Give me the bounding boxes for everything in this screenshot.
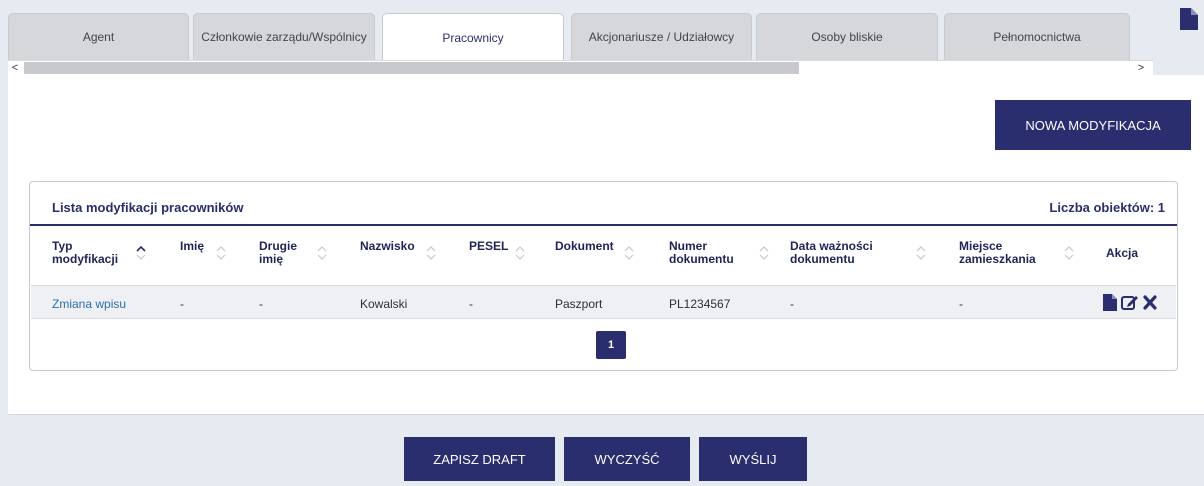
tab-board-members[interactable]: Członkowie zarządu/Wspólnicy xyxy=(193,13,375,60)
content-panel: NOWA MODYFIKACJA Lista modyfikacji praco… xyxy=(8,75,1204,415)
edit-icon[interactable] xyxy=(1121,294,1139,311)
document-icon[interactable] xyxy=(1103,294,1117,311)
tab-related-persons[interactable]: Osoby bliskie xyxy=(756,13,938,60)
sort-icon[interactable] xyxy=(317,244,327,262)
column-header-residence: Miejsce zamieszkania xyxy=(959,239,1036,266)
tab-agent[interactable]: Agent xyxy=(8,13,189,60)
column-header-document-expiry: Data ważności dokumentu xyxy=(790,239,873,266)
sort-icon[interactable] xyxy=(515,244,525,262)
tab-powers-of-attorney[interactable]: Pełnomocnictwa xyxy=(944,13,1130,60)
cell-document-expiry: - xyxy=(790,297,794,311)
new-modification-button[interactable]: NOWA MODYFIKACJA xyxy=(995,100,1191,150)
cell-residence: - xyxy=(959,297,963,311)
cell-modification-type-link[interactable]: Zmiana wpisu xyxy=(52,297,126,311)
object-count: Liczba obiektów: 1 xyxy=(1049,200,1165,215)
horizontal-scrollbar[interactable]: < > xyxy=(8,60,1153,75)
column-header-second-name: Drugie imię xyxy=(259,239,298,266)
column-header-surname: Nazwisko xyxy=(360,239,415,253)
column-header-pesel: PESEL xyxy=(469,239,509,253)
scroll-right-arrow[interactable]: > xyxy=(1134,61,1148,75)
sort-icon[interactable] xyxy=(916,244,926,262)
column-header-type: Typ modyfikacji xyxy=(52,239,119,266)
document-icon[interactable] xyxy=(1180,8,1198,30)
column-header-action: Akcja xyxy=(1106,246,1139,260)
sort-icon[interactable] xyxy=(136,244,146,262)
delete-icon[interactable] xyxy=(1143,295,1157,310)
cell-surname: Kowalski xyxy=(360,297,408,311)
cell-second-name: - xyxy=(259,297,263,311)
cell-first-name: - xyxy=(180,297,184,311)
column-header-first-name: Imię xyxy=(180,239,205,253)
column-header-document-number: Numer dokumentu xyxy=(669,239,734,266)
scroll-left-arrow[interactable]: < xyxy=(8,61,22,75)
sort-icon[interactable] xyxy=(1064,244,1074,262)
pagination-page-1[interactable]: 1 xyxy=(596,331,626,359)
save-draft-button[interactable]: ZAPISZ DRAFT xyxy=(404,437,555,481)
tab-bar: Agent Członkowie zarządu/Wspólnicy Praco… xyxy=(8,13,1130,61)
cell-document-number: PL1234567 xyxy=(669,297,731,311)
column-header-document: Dokument xyxy=(555,239,614,253)
sort-icon[interactable] xyxy=(759,244,769,262)
tab-employees[interactable]: Pracownicy xyxy=(382,13,564,61)
tab-shareholders[interactable]: Akcjonariusze / Udziałowcy xyxy=(571,13,752,60)
sort-icon[interactable] xyxy=(216,244,226,262)
cell-pesel: - xyxy=(469,297,473,311)
sort-icon[interactable] xyxy=(426,244,436,262)
send-button[interactable]: WYŚLIJ xyxy=(699,437,807,481)
list-title: Lista modyfikacji pracowników xyxy=(52,200,244,215)
table-row xyxy=(31,285,1176,319)
clear-button[interactable]: WYCZYŚĆ xyxy=(564,437,690,481)
list-divider xyxy=(30,224,1177,226)
cell-document: Paszport xyxy=(555,297,603,311)
modification-list: Lista modyfikacji pracowników Liczba obi… xyxy=(29,181,1178,371)
scroll-thumb[interactable] xyxy=(24,62,799,74)
sort-icon[interactable] xyxy=(624,244,634,262)
